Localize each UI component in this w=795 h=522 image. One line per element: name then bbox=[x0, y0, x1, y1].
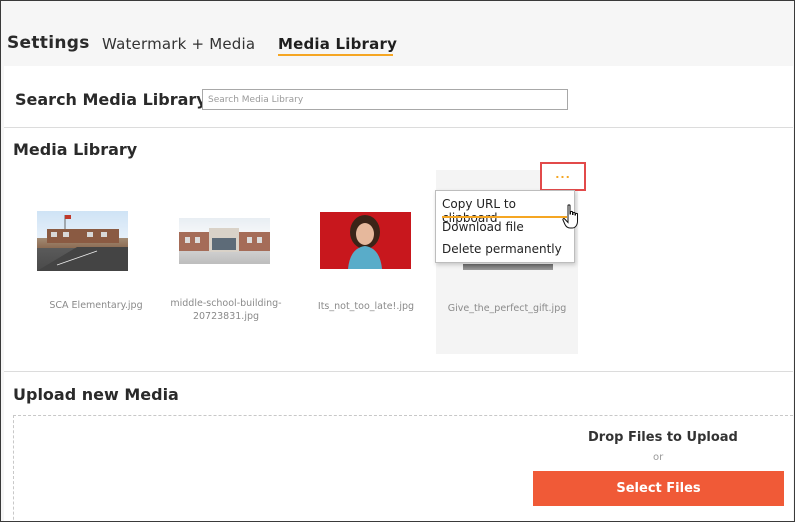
file-name: Give_the_perfect_gift.jpg bbox=[447, 303, 567, 314]
school-building-image bbox=[37, 215, 128, 271]
media-card-sca-elementary[interactable]: SCA Elementary.jpg bbox=[25, 170, 167, 354]
drop-files-label: Drop Files to Upload bbox=[588, 430, 738, 445]
settings-header: Settings Watermark + Media Media Library bbox=[1, 1, 794, 65]
middle-school-image bbox=[179, 228, 270, 252]
divider bbox=[4, 127, 793, 128]
search-label: Search Media Library bbox=[15, 90, 207, 109]
media-card-middle-school[interactable]: middle-school-building-20723831.jpg bbox=[155, 170, 297, 354]
gift-thumbnail[interactable] bbox=[463, 264, 553, 270]
media-library-heading: Media Library bbox=[13, 140, 138, 159]
school-building-thumbnail[interactable] bbox=[37, 211, 128, 271]
file-name: middle-school-building-20723831.jpg bbox=[170, 298, 282, 322]
more-options-button[interactable]: ... bbox=[540, 162, 586, 191]
menu-item-highlight bbox=[442, 216, 567, 218]
girl-portrait-thumbnail[interactable] bbox=[320, 212, 411, 269]
middle-school-thumbnail[interactable] bbox=[179, 218, 270, 264]
app-window: Settings Watermark + Media Media Library… bbox=[0, 0, 795, 522]
file-name: SCA Elementary.jpg bbox=[49, 300, 143, 311]
more-dots-icon: ... bbox=[555, 168, 571, 181]
active-tab-indicator bbox=[278, 54, 393, 56]
menu-item-delete-permanently[interactable]: Delete permanently bbox=[442, 242, 562, 256]
media-library-panel: Search Media Library Media Library SC bbox=[4, 66, 794, 521]
upload-heading: Upload new Media bbox=[13, 385, 179, 404]
tab-watermark-media[interactable]: Watermark + Media bbox=[102, 35, 255, 53]
tab-media-library[interactable]: Media Library bbox=[278, 35, 397, 53]
hand-pointer-cursor-icon bbox=[562, 204, 578, 229]
menu-item-download-file[interactable]: Download file bbox=[442, 220, 524, 234]
divider bbox=[4, 371, 793, 372]
girl-portrait-image bbox=[320, 212, 411, 269]
media-card-its-not-too-late[interactable]: Its_not_too_late!.jpg bbox=[295, 170, 437, 354]
search-input[interactable] bbox=[202, 89, 568, 110]
select-files-button[interactable]: Select Files bbox=[533, 471, 784, 506]
or-label: or bbox=[653, 452, 664, 463]
file-name: Its_not_too_late!.jpg bbox=[317, 301, 415, 312]
page-title: Settings bbox=[7, 33, 90, 53]
context-menu: Copy URL to clipboard Download file Dele… bbox=[435, 190, 575, 263]
